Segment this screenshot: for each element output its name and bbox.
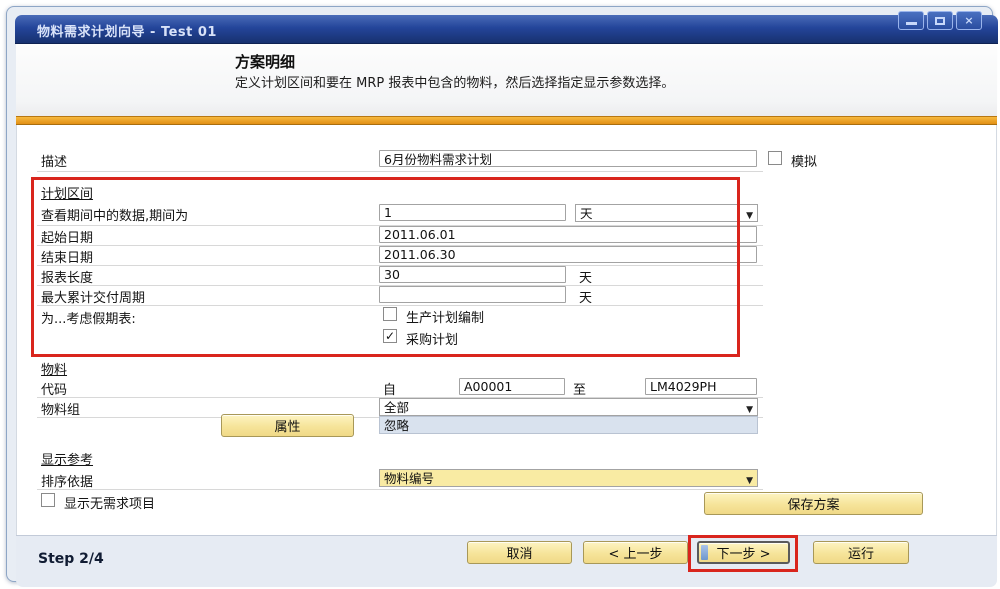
production-planning-label: 生产计划编制	[406, 307, 484, 326]
sort-by-label: 排序依据	[41, 471, 93, 490]
report-length-unit: 天	[579, 267, 592, 286]
period-unit-value: 天	[580, 206, 593, 221]
max-lead-time-label: 最大累计交付周期	[41, 287, 145, 306]
code-label: 代码	[41, 379, 67, 398]
code-from-label: 自	[383, 379, 396, 398]
wizard-header: 方案明细 定义计划区间和要在 MRP 报表中包含的物料，然后选择指定显示参数选择…	[16, 44, 997, 116]
start-date-input[interactable]	[379, 226, 757, 243]
holidays-label: 为...考虑假期表:	[41, 308, 136, 327]
period-input[interactable]	[379, 204, 566, 221]
close-icon: ×	[964, 14, 973, 27]
max-lead-time-input[interactable]	[379, 286, 566, 303]
run-button[interactable]: 运行	[813, 541, 909, 564]
page-title: 方案明细	[235, 51, 295, 72]
row-divider	[37, 305, 763, 306]
properties-button[interactable]: 属性	[221, 414, 354, 437]
minimize-icon	[906, 22, 917, 25]
chevron-down-icon: ▼	[746, 208, 753, 225]
page-subtitle: 定义计划区间和要在 MRP 报表中包含的物料，然后选择指定显示参数选择。	[235, 72, 674, 91]
purchase-planning-label: 采购计划	[406, 329, 458, 348]
window-title: 物料需求计划向导 - Test 01	[37, 21, 217, 40]
section-planning-horizon: 计划区间	[41, 183, 93, 202]
code-from-input[interactable]	[459, 378, 565, 395]
save-scenario-button[interactable]: 保存方案	[704, 492, 923, 515]
accent-divider	[16, 116, 997, 125]
simulation-checkbox[interactable]	[768, 151, 782, 165]
wizard-window: 物料需求计划向导 - Test 01 × 方案明细 定义计划区间和要在 MRP …	[6, 6, 993, 582]
purchase-planning-checkbox[interactable]: ✓	[383, 329, 397, 343]
step-indicator: Step 2/4	[38, 551, 104, 567]
next-button-label: 下一步 >	[716, 547, 770, 562]
focus-indicator	[701, 545, 708, 560]
show-no-demand-checkbox[interactable]	[41, 493, 55, 507]
back-button[interactable]: < 上一步	[583, 541, 688, 564]
section-items: 物料	[41, 359, 67, 378]
chevron-down-icon: ▼	[746, 473, 753, 490]
report-length-input[interactable]	[379, 266, 566, 283]
titlebar: 物料需求计划向导 - Test 01	[15, 15, 998, 44]
section-display-preferences: 显示参考	[41, 449, 93, 468]
maximize-icon	[935, 17, 945, 25]
sort-by-value: 物料编号	[384, 471, 434, 486]
cancel-button[interactable]: 取消	[467, 541, 572, 564]
show-no-demand-label: 显示无需求项目	[64, 493, 155, 512]
item-group-dropdown[interactable]: 全部 ▼	[379, 398, 758, 416]
period-label: 查看期间中的数据,期间为	[41, 205, 188, 224]
minimize-button[interactable]	[898, 11, 924, 30]
description-label: 描述	[41, 151, 67, 170]
next-button[interactable]: 下一步 >	[697, 541, 790, 564]
start-date-label: 起始日期	[41, 227, 93, 246]
period-unit-dropdown[interactable]: 天 ▼	[575, 204, 758, 222]
row-divider	[37, 171, 763, 172]
item-group-value: 全部	[384, 400, 409, 415]
end-date-input[interactable]	[379, 246, 757, 263]
item-group-label: 物料组	[41, 399, 80, 418]
max-lead-time-unit: 天	[579, 287, 592, 306]
description-input[interactable]	[379, 150, 757, 167]
row-divider	[37, 489, 763, 490]
end-date-label: 结束日期	[41, 247, 93, 266]
sort-by-dropdown[interactable]: 物料编号 ▼	[379, 469, 758, 487]
code-to-input[interactable]	[645, 378, 757, 395]
maximize-button[interactable]	[927, 11, 953, 30]
code-to-label: 至	[573, 379, 586, 398]
report-length-label: 报表长度	[41, 267, 93, 286]
close-button[interactable]: ×	[956, 11, 982, 30]
production-planning-checkbox[interactable]	[383, 307, 397, 321]
properties-value-field: 忽略	[379, 416, 758, 434]
simulation-label: 模拟	[791, 151, 817, 170]
